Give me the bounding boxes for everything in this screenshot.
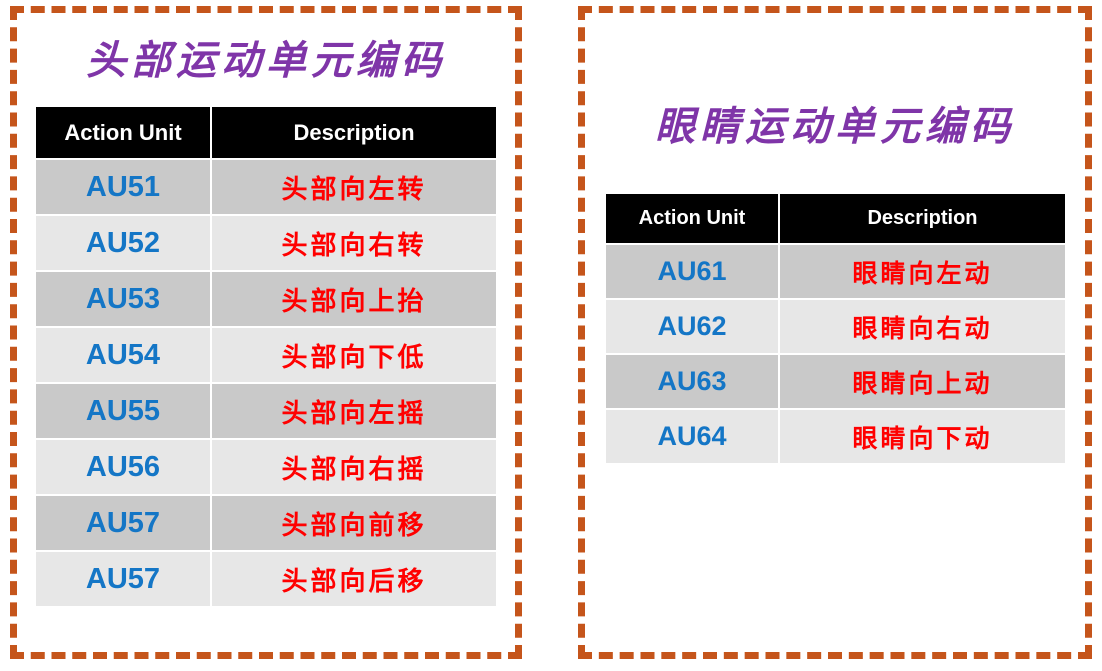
table-row: AU54 头部向下低 bbox=[36, 328, 496, 382]
eye-au-table: Action Unit Description AU61 眼睛向左动 AU62 眼睛向… bbox=[604, 192, 1067, 465]
cell-action-unit: AU51 bbox=[36, 160, 210, 214]
cell-description: 头部向右摇 bbox=[212, 440, 496, 494]
cell-action-unit: AU54 bbox=[36, 328, 210, 382]
eye-panel-title: 眼睛运动单元编码 bbox=[655, 103, 1015, 150]
column-header-action-unit: Action Unit bbox=[606, 194, 778, 243]
cell-description: 眼睛向上动 bbox=[780, 355, 1065, 408]
head-panel-title: 头部运动单元编码 bbox=[86, 37, 446, 84]
table-row: AU52 头部向右转 bbox=[36, 216, 496, 270]
cell-description: 眼睛向右动 bbox=[780, 300, 1065, 353]
cell-description: 头部向前移 bbox=[212, 496, 496, 550]
cell-description: 头部向上抬 bbox=[212, 272, 496, 326]
table-row: AU55 头部向左摇 bbox=[36, 384, 496, 438]
column-header-description: Description bbox=[212, 107, 496, 158]
column-header-action-unit: Action Unit bbox=[36, 107, 210, 158]
table-row: AU63 眼睛向上动 bbox=[606, 355, 1065, 408]
cell-action-unit: AU52 bbox=[36, 216, 210, 270]
cell-action-unit: AU64 bbox=[606, 410, 778, 463]
cell-action-unit: AU57 bbox=[36, 496, 210, 550]
cell-action-unit: AU53 bbox=[36, 272, 210, 326]
cell-action-unit: AU57 bbox=[36, 552, 210, 606]
cell-description: 头部向后移 bbox=[212, 552, 496, 606]
cell-description: 眼睛向左动 bbox=[780, 245, 1065, 298]
cell-description: 头部向右转 bbox=[212, 216, 496, 270]
cell-description: 眼睛向下动 bbox=[780, 410, 1065, 463]
cell-action-unit: AU63 bbox=[606, 355, 778, 408]
table-row: AU51 头部向左转 bbox=[36, 160, 496, 214]
table-header-row: Action Unit Description bbox=[36, 107, 496, 158]
cell-action-unit: AU61 bbox=[606, 245, 778, 298]
table-row: AU57 头部向前移 bbox=[36, 496, 496, 550]
head-au-table: Action Unit Description AU51 头部向左转 AU52 头部向… bbox=[34, 105, 498, 608]
table-row: AU62 眼睛向右动 bbox=[606, 300, 1065, 353]
cell-description: 头部向左转 bbox=[212, 160, 496, 214]
cell-action-unit: AU62 bbox=[606, 300, 778, 353]
table-row: AU53 头部向上抬 bbox=[36, 272, 496, 326]
table-row: AU61 眼睛向左动 bbox=[606, 245, 1065, 298]
table-row: AU57 头部向后移 bbox=[36, 552, 496, 606]
table-row: AU56 头部向右摇 bbox=[36, 440, 496, 494]
table-row: AU64 眼睛向下动 bbox=[606, 410, 1065, 463]
table-header-row: Action Unit Description bbox=[606, 194, 1065, 243]
cell-action-unit: AU55 bbox=[36, 384, 210, 438]
cell-action-unit: AU56 bbox=[36, 440, 210, 494]
column-header-description: Description bbox=[780, 194, 1065, 243]
cell-description: 头部向下低 bbox=[212, 328, 496, 382]
cell-description: 头部向左摇 bbox=[212, 384, 496, 438]
